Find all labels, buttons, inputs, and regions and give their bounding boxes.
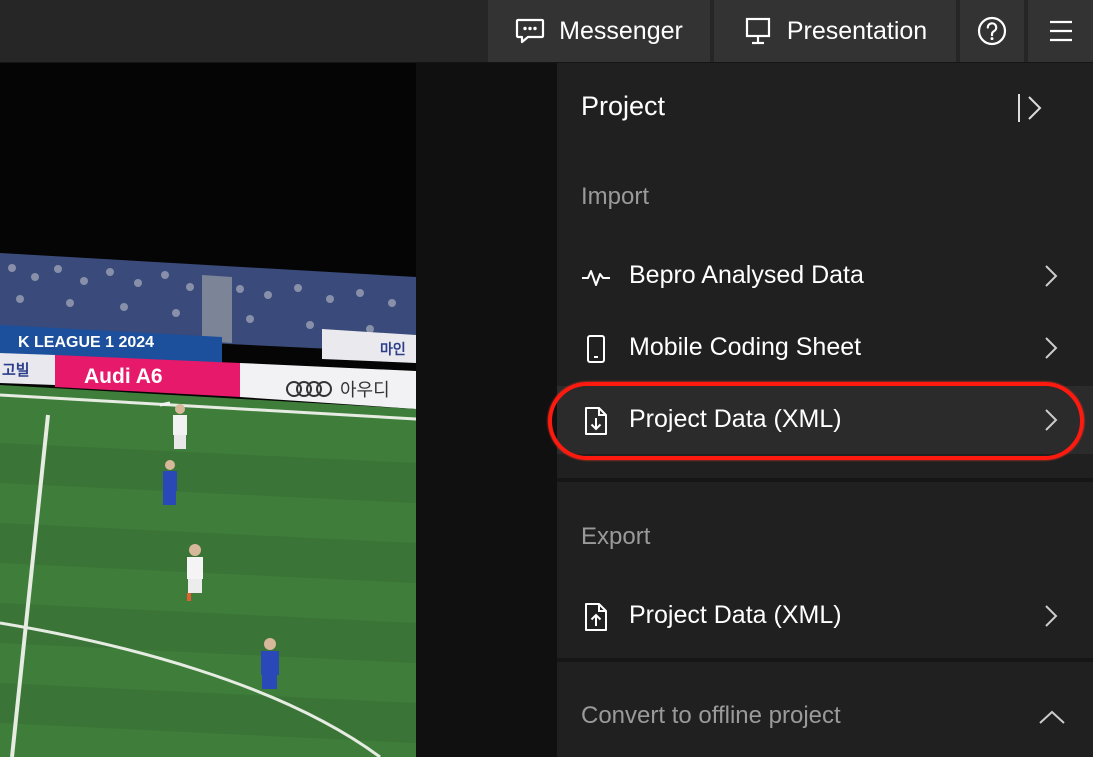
file-upload-icon	[585, 603, 607, 631]
top-bar: Messenger Presentation	[0, 0, 1093, 63]
export-heading: Export	[581, 523, 651, 550]
main-menu-button[interactable]	[1028, 0, 1093, 62]
import-mobile-coding-sheet[interactable]: Mobile Coding Sheet	[557, 314, 1093, 382]
export-xml-label: Project Data (XML)	[629, 601, 842, 629]
chevron-right-icon	[1045, 337, 1058, 359]
monitor-icon	[745, 17, 770, 45]
video-side-strip	[416, 63, 557, 757]
presentation-label: Presentation	[786, 16, 928, 45]
section-divider	[557, 478, 1093, 482]
chevron-right-icon	[1045, 605, 1058, 627]
import-project-data-xml[interactable]: Project Data (XML)	[557, 386, 1093, 454]
help-icon	[977, 16, 1007, 46]
mobile-phone-icon	[587, 335, 605, 363]
messenger-label: Messenger	[559, 16, 683, 45]
panel-title: Project	[581, 91, 666, 121]
audi-korean-board-text: 아우디	[340, 380, 390, 400]
left-board-text: 고빌	[2, 362, 30, 379]
section-divider	[557, 658, 1093, 662]
league-board-text: K LEAGUE 1 2024	[18, 334, 154, 351]
side-board-text: 마인	[380, 341, 406, 357]
import-heading: Import	[581, 183, 650, 210]
chevron-right-icon	[1045, 265, 1058, 287]
project-panel: Project Import Bepro Analysed Data Mobil…	[557, 63, 1093, 757]
audi-board-text: Audi A6	[84, 365, 163, 388]
convert-offline-label: Convert to offline project	[581, 702, 841, 729]
collapse-panel-icon[interactable]	[1015, 91, 1049, 125]
pulse-icon	[582, 270, 610, 286]
import-xml-label: Project Data (XML)	[629, 405, 842, 433]
chat-bubble-icon	[516, 18, 545, 44]
file-download-icon	[585, 407, 607, 435]
match-video-frame: K LEAGUE 1 2024 마인 고빌 Audi A6 아우디	[0, 253, 416, 757]
presentation-button[interactable]: Presentation	[714, 0, 956, 62]
messenger-button[interactable]: Messenger	[488, 0, 710, 62]
hamburger-menu-icon	[1049, 20, 1072, 42]
import-bepro-label: Bepro Analysed Data	[629, 261, 864, 289]
import-mobile-label: Mobile Coding Sheet	[629, 333, 862, 361]
chevron-right-icon	[1045, 409, 1058, 431]
chevron-up-icon	[1039, 710, 1065, 724]
import-bepro-analysed-data[interactable]: Bepro Analysed Data	[557, 242, 1093, 310]
export-project-data-xml[interactable]: Project Data (XML)	[557, 582, 1093, 650]
video-player[interactable]: K LEAGUE 1 2024 마인 고빌 Audi A6 아우디	[0, 63, 416, 757]
help-button[interactable]	[960, 0, 1024, 62]
convert-offline-section[interactable]: Convert to offline project	[557, 683, 1093, 751]
